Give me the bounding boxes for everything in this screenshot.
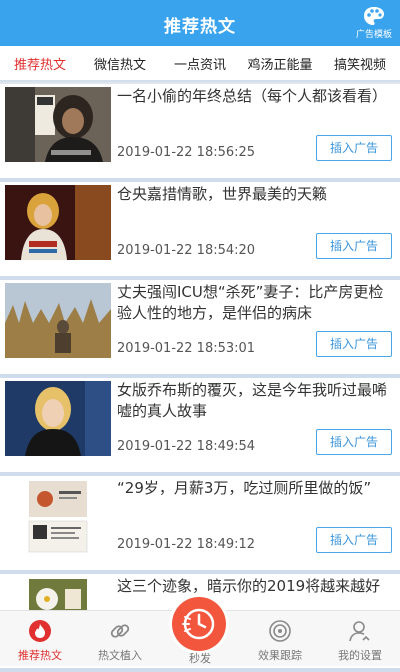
palette-icon [364,7,384,25]
tab-funny-video[interactable]: 搞笑视频 [320,54,400,73]
insert-ad-button[interactable]: 插入广告 [316,233,392,259]
insert-ad-button[interactable]: 插入广告 [316,527,392,553]
article-card[interactable]: 丈夫强闯ICU想“杀死”妻子：比产房更检验人性的地方，是伴侣的病床 2019-0… [0,280,400,378]
nav-label: 热文植入 [98,649,142,662]
nav-my-settings[interactable]: 我的设置 [320,611,400,666]
ad-template-label: 广告模板 [355,30,392,40]
link-icon [110,624,130,638]
article-thumbnail [5,381,111,456]
article-title[interactable]: 女版乔布斯的覆灭，这是今年我听过最唏嘘的真人故事 [117,380,393,422]
ad-template-button[interactable]: 广告模板 [352,6,396,40]
insert-ad-button[interactable]: 插入广告 [316,429,392,455]
bottom-navigation: 推荐热文 热文植入 秒发 效果跟踪 我的设置 [0,597,400,666]
category-tabs: 推荐热文 微信热文 一点资讯 鸡汤正能量 搞笑视频 [0,46,400,82]
tab-wechat[interactable]: 微信热文 [80,54,160,73]
article-card[interactable]: 一名小偷的年终总结（每个人都该看看） 2019-01-22 18:56:25 插… [0,84,400,182]
article-card[interactable]: 女版乔布斯的覆灭，这是今年我听过最唏嘘的真人故事 2019-01-22 18:4… [0,378,400,476]
user-settings-icon [349,621,370,642]
flame-icon [29,620,51,642]
insert-ad-button[interactable]: 插入广告 [316,135,392,161]
nav-tracking[interactable]: 效果跟踪 [240,611,320,666]
quick-publish-button[interactable] [172,597,226,651]
article-thumbnail [5,87,111,162]
tab-positive-energy[interactable]: 鸡汤正能量 [240,54,320,73]
article-title[interactable]: 丈夫强闯ICU想“杀死”妻子：比产房更检验人性的地方，是伴侣的病床 [117,282,393,324]
nav-label: 推荐热文 [18,649,62,662]
target-icon [269,620,291,642]
article-title[interactable]: 这三个迹象，暗示你的2019将越来越好 [117,576,393,597]
article-title[interactable]: 一名小偷的年终总结（每个人都该看看） [117,86,393,107]
insert-ad-button[interactable]: 插入广告 [316,331,392,357]
article-card[interactable]: “29岁，月薪3万，吃过厕所里做的饭” 2019-01-22 18:49:12 … [0,476,400,574]
tab-recommended[interactable]: 推荐热文 [0,54,80,73]
article-time: 2019-01-22 18:49:12 [117,537,256,552]
nav-label: 我的设置 [338,649,382,662]
article-time: 2019-01-22 18:49:54 [117,439,256,454]
article-thumbnail [5,479,111,554]
top-app-bar: 推荐热文 广告模板 [0,0,400,46]
article-thumbnail [5,185,111,260]
nav-article-embed[interactable]: 热文植入 [80,611,160,666]
timer-flash-icon [182,608,215,640]
nav-label: 效果跟踪 [258,649,302,662]
quick-publish-label: 秒发 [189,652,211,665]
article-time: 2019-01-22 18:54:20 [117,243,256,258]
article-title[interactable]: 仓央嘉措情歌，世界最美的天籁 [117,184,393,205]
nav-recommended[interactable]: 推荐热文 [0,611,80,666]
page-title: 推荐热文 [164,17,236,37]
article-time: 2019-01-22 18:56:25 [117,145,256,160]
tab-yidian[interactable]: 一点资讯 [160,54,240,73]
article-title[interactable]: “29岁，月薪3万，吃过厕所里做的饭” [117,478,393,499]
article-thumbnail [5,283,111,358]
article-time: 2019-01-22 18:53:01 [117,341,256,356]
article-card[interactable]: 仓央嘉措情歌，世界最美的天籁 2019-01-22 18:54:20 插入广告 [0,182,400,280]
